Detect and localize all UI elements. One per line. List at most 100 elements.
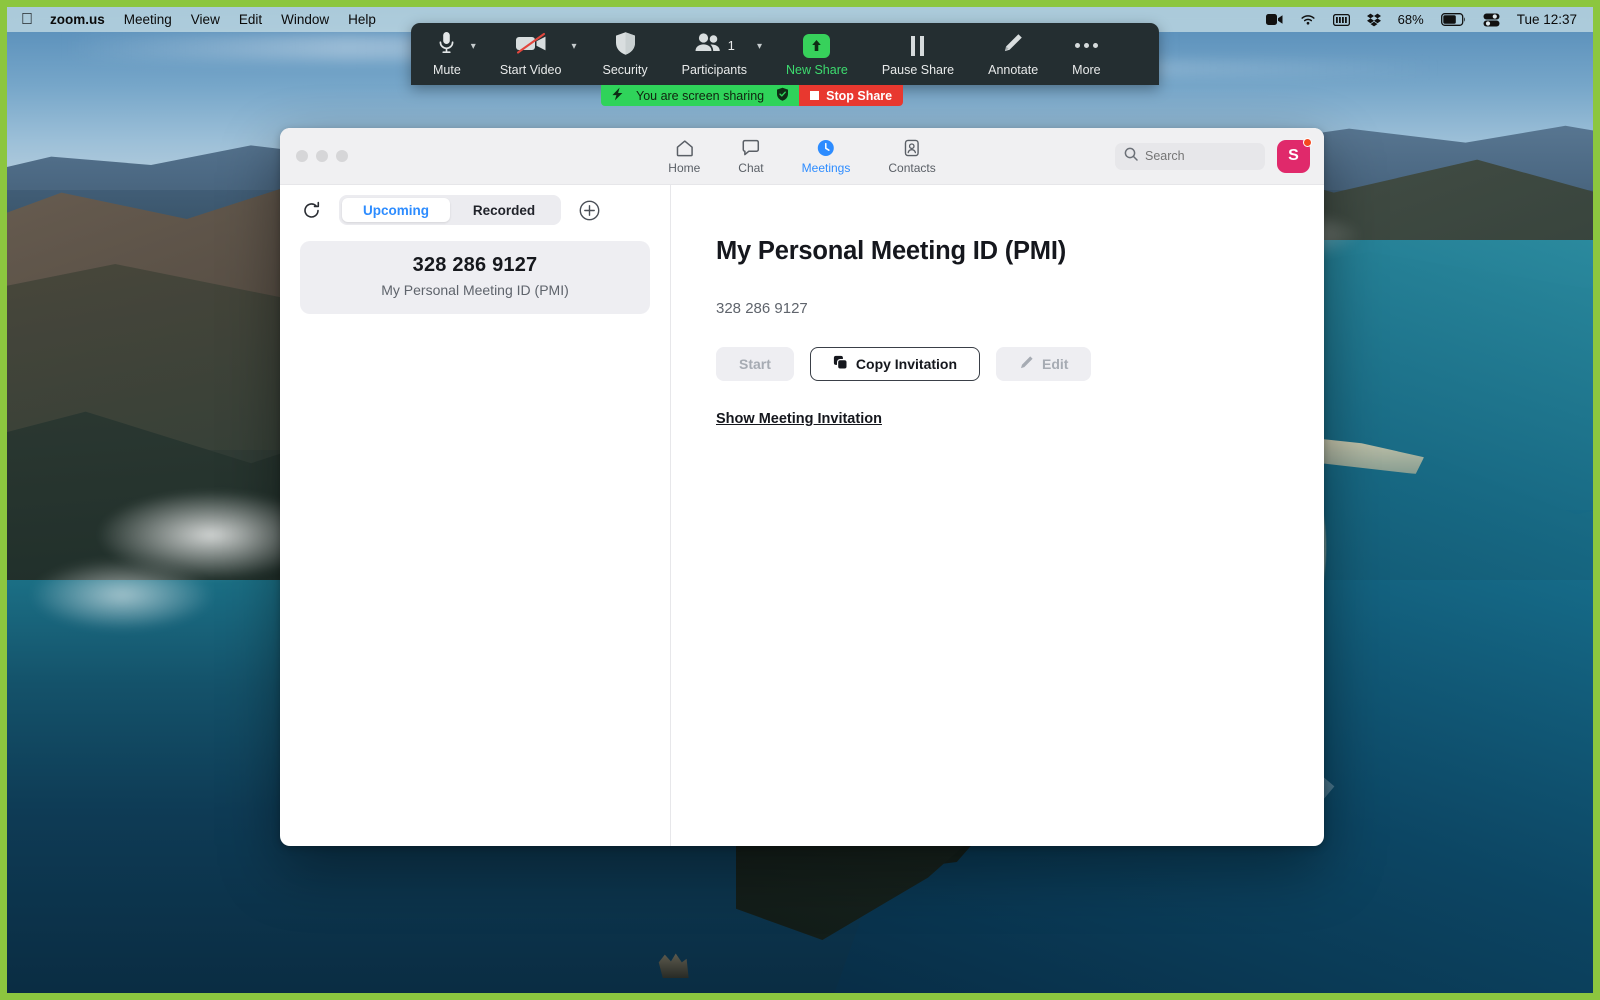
participants-options-chevron-down-icon[interactable]: ▾ xyxy=(753,42,766,52)
tab-contacts[interactable]: Contacts xyxy=(888,138,935,175)
tab-meetings[interactable]: Meetings xyxy=(802,138,851,175)
participants-label: Participants xyxy=(682,63,747,77)
menu-item-edit[interactable]: Edit xyxy=(239,12,262,27)
tab-chat-label: Chat xyxy=(738,161,763,175)
maximize-button[interactable] xyxy=(336,150,348,162)
annotate-label: Annotate xyxy=(988,63,1038,77)
dropbox-icon[interactable] xyxy=(1367,13,1381,27)
show-meeting-invitation-link[interactable]: Show Meeting Invitation xyxy=(716,411,882,427)
menu-item-meeting[interactable]: Meeting xyxy=(124,12,172,27)
window-title-bar: Home Chat Meetings Contacts xyxy=(280,128,1324,185)
window-body: Upcoming Recorded 328 286 9127 My Person… xyxy=(280,185,1324,846)
video-camera-icon[interactable] xyxy=(1266,13,1283,26)
copy-invitation-button[interactable]: Copy Invitation xyxy=(810,347,980,381)
more-button[interactable]: More xyxy=(1066,23,1106,85)
shield-check-icon[interactable] xyxy=(776,87,789,104)
search-input[interactable] xyxy=(1145,149,1256,163)
pencil-icon xyxy=(1002,32,1024,59)
meetings-list-toolbar: Upcoming Recorded xyxy=(280,185,670,235)
stop-share-label: Stop Share xyxy=(826,89,892,103)
mute-options-chevron-down-icon[interactable]: ▾ xyxy=(467,42,480,52)
plus-circle-icon[interactable] xyxy=(579,200,600,221)
menu-item-help[interactable]: Help xyxy=(348,12,376,27)
meetings-left-pane: Upcoming Recorded 328 286 9127 My Person… xyxy=(280,185,671,846)
control-center-icon[interactable] xyxy=(1483,13,1500,27)
menubar-clock[interactable]: Tue 12:37 xyxy=(1517,12,1577,27)
video-options-chevron-down-icon[interactable]: ▾ xyxy=(567,42,580,52)
avatar-initial: S xyxy=(1288,147,1299,165)
minimize-button[interactable] xyxy=(316,150,328,162)
close-button[interactable] xyxy=(296,150,308,162)
meeting-id: 328 286 9127 xyxy=(310,254,640,277)
start-video-button[interactable]: Start Video xyxy=(494,23,568,85)
meeting-detail-pane: My Personal Meeting ID (PMI) 328 286 912… xyxy=(671,185,1324,846)
tab-upcoming[interactable]: Upcoming xyxy=(342,198,450,222)
edit-button[interactable]: Edit xyxy=(996,347,1091,381)
main-navigation-tabs: Home Chat Meetings Contacts xyxy=(668,138,935,175)
participants-button[interactable]: 1 Participants xyxy=(676,23,753,85)
more-label: More xyxy=(1072,63,1100,77)
new-share-label: New Share xyxy=(786,63,848,77)
screen-sharing-status-bar: You are screen sharing Stop Share xyxy=(601,85,903,106)
menu-item-view[interactable]: View xyxy=(191,12,220,27)
start-button[interactable]: Start xyxy=(716,347,794,381)
detail-meeting-id: 328 286 9127 xyxy=(716,300,1324,317)
security-label: Security xyxy=(602,63,647,77)
chat-bubble-icon xyxy=(741,138,760,158)
search-icon xyxy=(1124,147,1138,166)
detail-action-buttons: Start Copy Invitation Edit xyxy=(716,347,1324,381)
start-video-label: Start Video xyxy=(500,63,562,77)
tab-chat[interactable]: Chat xyxy=(738,138,763,175)
copy-invitation-label: Copy Invitation xyxy=(856,356,957,372)
menu-item-zoomus[interactable]: zoom.us xyxy=(50,12,105,27)
edit-button-label: Edit xyxy=(1042,356,1068,372)
window-traffic-lights xyxy=(280,150,348,162)
avatar-status-badge xyxy=(1303,138,1312,147)
tab-home-label: Home xyxy=(668,161,700,175)
apple-logo-icon[interactable]:  xyxy=(21,12,33,28)
stop-share-button[interactable]: Stop Share xyxy=(799,85,903,106)
avatar[interactable]: S xyxy=(1277,140,1310,173)
security-button[interactable]: Security xyxy=(596,23,653,85)
battery-percentage: 68% xyxy=(1398,12,1424,27)
battery-icon[interactable] xyxy=(1441,13,1466,26)
battery-cells-icon[interactable] xyxy=(1333,14,1350,26)
microphone-icon xyxy=(438,31,455,60)
ellipsis-icon xyxy=(1075,43,1098,48)
contacts-icon xyxy=(903,138,922,158)
home-icon xyxy=(675,138,694,158)
screen-share-icon xyxy=(611,87,624,104)
menu-item-window[interactable]: Window xyxy=(281,12,329,27)
page-title: My Personal Meeting ID (PMI) xyxy=(716,237,1324,266)
annotate-button[interactable]: Annotate xyxy=(982,23,1044,85)
titlebar-right-group: S xyxy=(1115,140,1324,173)
zoom-meeting-toolbar: Mute ▾ Start Video ▾ Security 1 Particip… xyxy=(411,23,1159,85)
pencil-icon xyxy=(1019,355,1034,373)
copy-icon xyxy=(833,355,848,373)
tab-recorded[interactable]: Recorded xyxy=(450,198,558,222)
new-share-button[interactable]: New Share xyxy=(780,23,854,85)
wifi-icon[interactable] xyxy=(1300,13,1316,26)
sharing-status-group: You are screen sharing xyxy=(601,85,799,106)
meetings-segmented-control: Upcoming Recorded xyxy=(339,195,561,225)
mute-label: Mute xyxy=(433,63,461,77)
list-item[interactable]: 328 286 9127 My Personal Meeting ID (PMI… xyxy=(300,241,650,314)
pause-icon xyxy=(911,36,924,56)
wallpaper-fog-left-2 xyxy=(32,560,212,630)
stop-square-icon xyxy=(810,91,819,100)
tab-upcoming-label: Upcoming xyxy=(363,203,429,218)
participants-count: 1 xyxy=(728,38,735,53)
refresh-icon[interactable] xyxy=(302,201,321,220)
shield-icon xyxy=(614,31,637,61)
tab-contacts-label: Contacts xyxy=(888,161,935,175)
start-button-label: Start xyxy=(739,356,771,372)
meeting-subtitle: My Personal Meeting ID (PMI) xyxy=(310,282,640,298)
mute-button[interactable]: Mute xyxy=(411,23,467,85)
participants-icon xyxy=(694,32,722,59)
pause-share-button[interactable]: Pause Share xyxy=(876,23,960,85)
tab-home[interactable]: Home xyxy=(668,138,700,175)
search-box[interactable] xyxy=(1115,143,1265,170)
share-up-arrow-icon xyxy=(803,34,830,58)
tab-meetings-label: Meetings xyxy=(802,161,851,175)
clock-icon xyxy=(817,138,836,158)
